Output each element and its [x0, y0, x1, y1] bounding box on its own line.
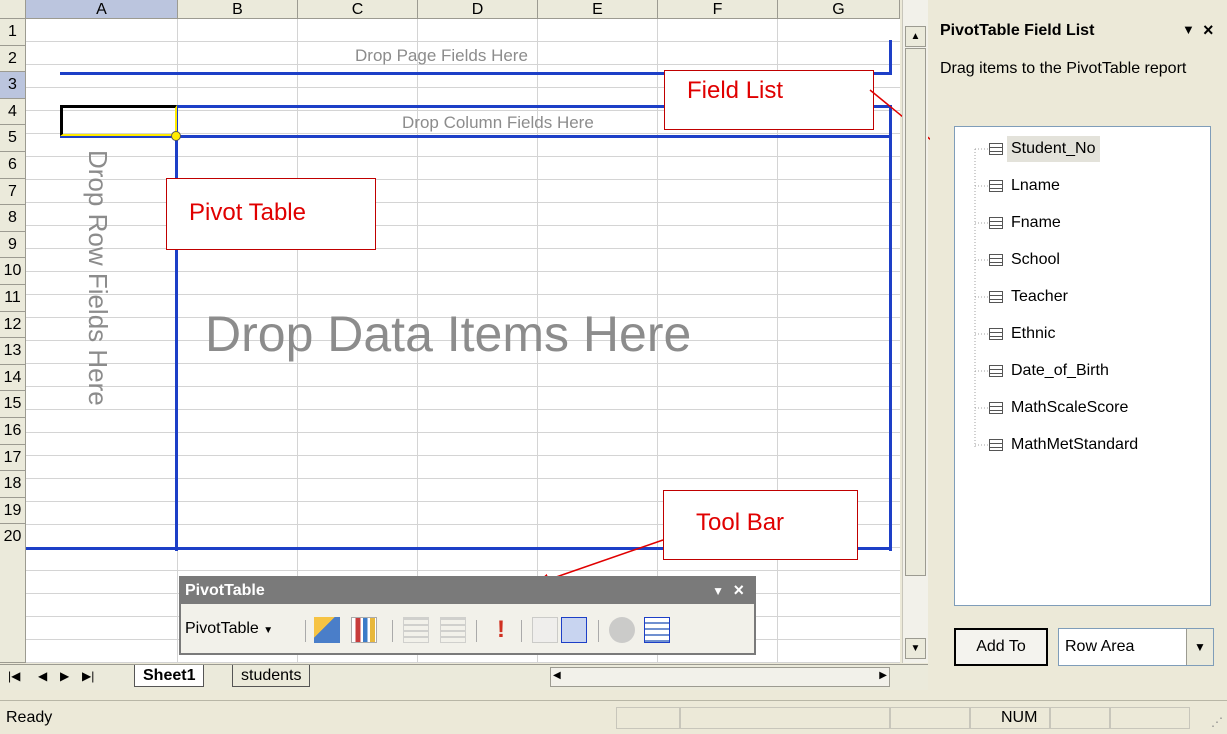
scroll-thumb[interactable]: [905, 48, 926, 576]
tab-students[interactable]: students: [232, 665, 311, 687]
include-hidden-items-icon[interactable]: [532, 617, 558, 643]
pane-close-icon[interactable]: ×: [1203, 20, 1214, 41]
toolbar-separator: [392, 620, 393, 642]
status-panel: [616, 707, 680, 729]
first-sheet-icon[interactable]: |◀: [8, 669, 20, 683]
status-bar: Ready NUM ⋰: [0, 700, 1227, 734]
sheet-tab-bar: |◀ ◀ ▶ ▶| Sheet1 students ◀ ▶: [0, 664, 928, 690]
area-select-value: Row Area: [1065, 638, 1135, 655]
scroll-up-button[interactable]: ▲: [905, 26, 926, 47]
scroll-left-icon[interactable]: ◀: [553, 670, 561, 681]
pane-instruction: Drag items to the PivotTable report: [940, 60, 1187, 77]
field-icon: [989, 439, 1003, 451]
scroll-down-button[interactable]: ▼: [905, 638, 926, 659]
area-select[interactable]: Row Area ▼: [1058, 628, 1214, 666]
field-icon: [989, 254, 1003, 266]
hide-detail-icon[interactable]: [403, 617, 429, 643]
chevron-down-icon[interactable]: ▼: [1186, 629, 1213, 665]
field-item-teacher[interactable]: Teacher: [1007, 284, 1072, 310]
toolbar-title-bar[interactable]: PivotTable ▼ ×: [181, 578, 754, 604]
toolbar-separator: [476, 620, 477, 642]
tab-sheet1[interactable]: Sheet1: [134, 665, 205, 687]
field-icon: [989, 143, 1003, 155]
scroll-right-icon[interactable]: ▶: [879, 670, 887, 681]
field-icon: [989, 328, 1003, 340]
field-icon: [989, 365, 1003, 377]
field-item-mathscalescore[interactable]: MathScaleScore: [1007, 395, 1132, 421]
field-icon: [989, 217, 1003, 229]
pivottable-menu-label: PivotTable: [185, 620, 259, 637]
add-to-button[interactable]: Add To: [954, 628, 1048, 666]
next-sheet-icon[interactable]: ▶: [60, 669, 69, 683]
toolbar-separator: [305, 620, 306, 642]
refresh-data-icon[interactable]: !: [488, 617, 514, 643]
toolbar-close-icon[interactable]: ×: [733, 577, 744, 603]
field-item-student-no[interactable]: Student_No: [1007, 136, 1100, 162]
field-item-ethnic[interactable]: Ethnic: [1007, 321, 1059, 347]
status-panel: [890, 707, 970, 729]
always-display-items-icon[interactable]: [561, 617, 587, 643]
field-item-school[interactable]: School: [1007, 247, 1064, 273]
status-panel: [1050, 707, 1110, 729]
status-panel: [1110, 707, 1190, 729]
chevron-down-icon: ▼: [263, 625, 274, 636]
pivottable-toolbar[interactable]: PivotTable ▼ × PivotTable ▼ !: [179, 576, 756, 655]
toolbar-separator: [598, 620, 599, 642]
show-field-list-icon[interactable]: [644, 617, 670, 643]
field-item-lname[interactable]: Lname: [1007, 173, 1064, 199]
pivot-field-list-pane: PivotTable Field List ▼ × Drag items to …: [930, 0, 1227, 700]
field-icon: [989, 291, 1003, 303]
pane-title: PivotTable Field List: [940, 22, 1095, 39]
field-item-mathmetstandard[interactable]: MathMetStandard: [1007, 432, 1142, 458]
prev-sheet-icon[interactable]: ◀: [38, 669, 47, 683]
field-icon: [989, 180, 1003, 192]
resize-grip-icon[interactable]: ⋰: [1211, 715, 1223, 729]
toolbar-separator: [521, 620, 522, 642]
vertical-scrollbar[interactable]: ▲ ▼: [902, 0, 928, 663]
field-item-fname[interactable]: Fname: [1007, 210, 1065, 236]
field-item-date-of-birth[interactable]: Date_of_Birth: [1007, 358, 1113, 384]
pivottable-menu-button[interactable]: PivotTable ▼: [185, 620, 273, 638]
field-settings-icon[interactable]: [609, 617, 635, 643]
status-num: NUM: [970, 707, 1050, 729]
chart-wizard-icon[interactable]: [351, 617, 377, 643]
status-ready: Ready: [6, 709, 53, 726]
pane-dropdown-icon[interactable]: ▼: [1182, 22, 1195, 37]
last-sheet-icon[interactable]: ▶|: [82, 669, 94, 683]
field-icon: [989, 402, 1003, 414]
field-list-box: Student_No Lname Fname School Teacher Et…: [954, 126, 1211, 606]
horizontal-scrollbar[interactable]: ◀ ▶: [550, 667, 890, 687]
show-detail-icon[interactable]: [440, 617, 466, 643]
format-report-icon[interactable]: [314, 617, 340, 643]
status-panel: [680, 707, 890, 729]
toolbar-title: PivotTable: [185, 582, 265, 599]
toolbar-options-icon[interactable]: ▼: [712, 578, 724, 604]
